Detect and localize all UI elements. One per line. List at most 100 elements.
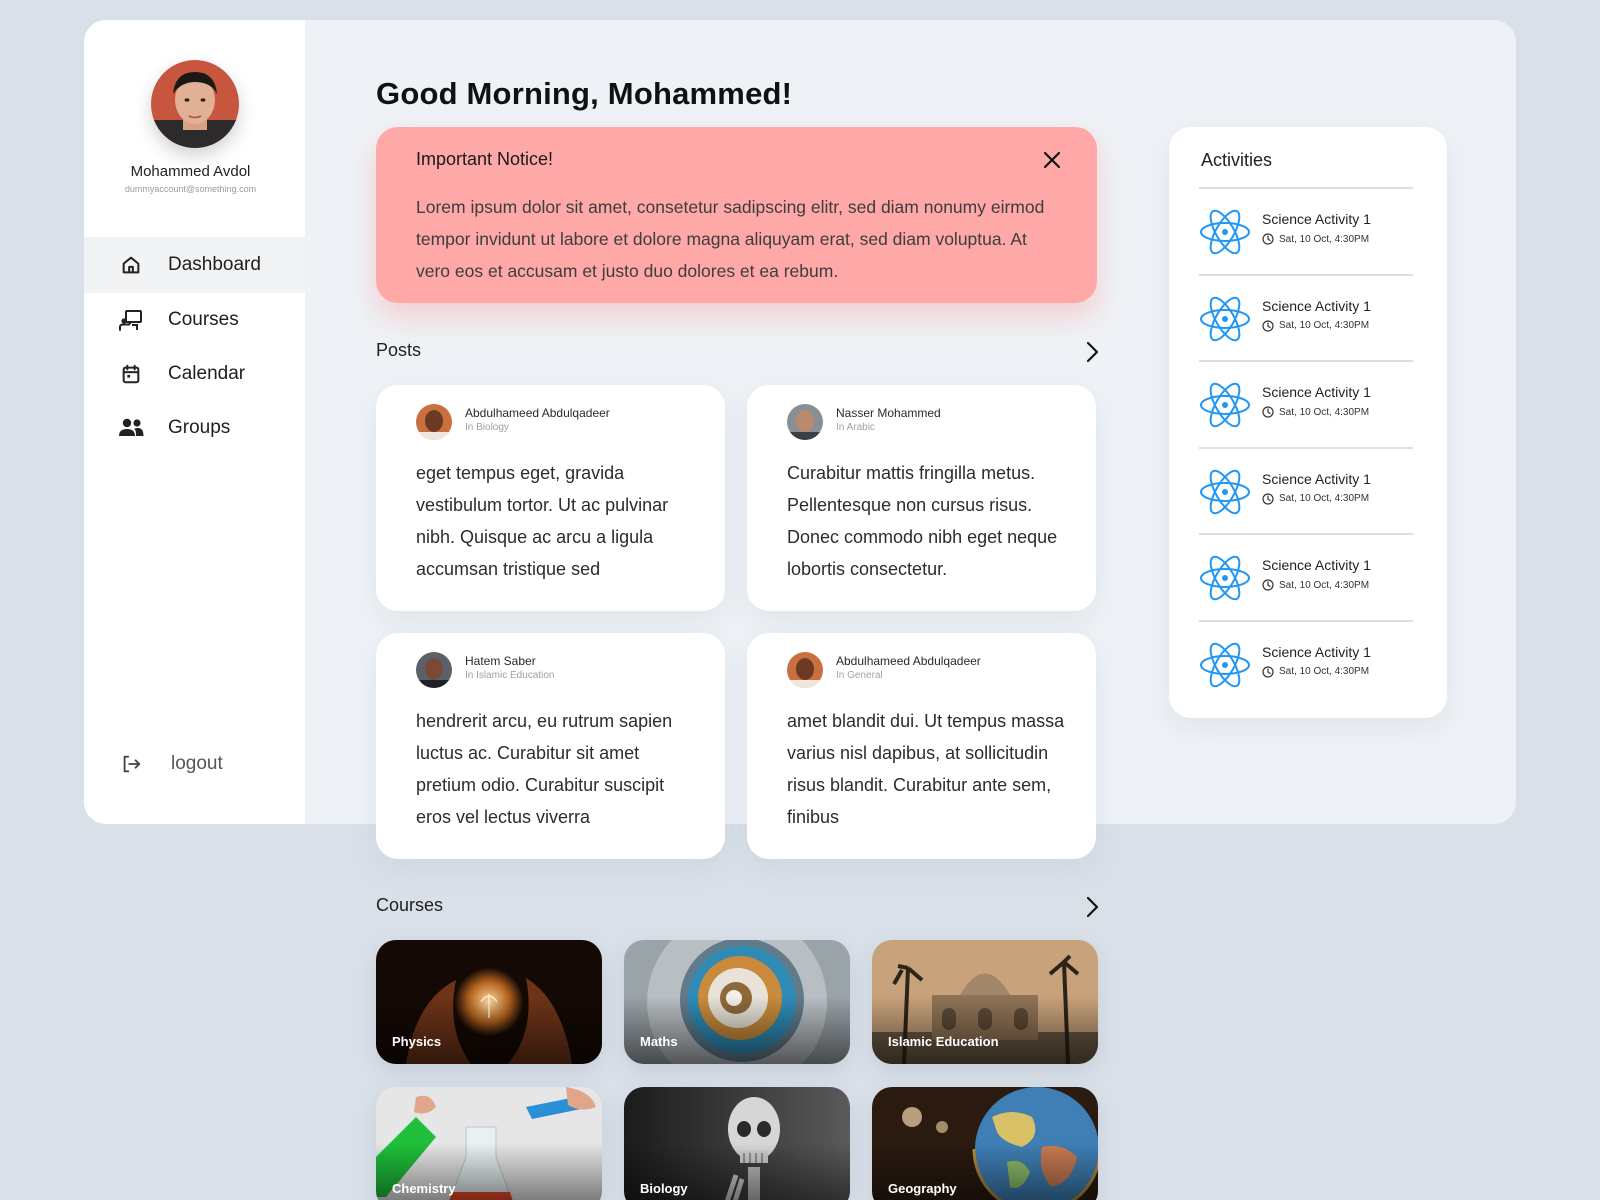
course-tile-chemistry[interactable]: Chemistry [376, 1087, 602, 1200]
course-label: Biology [640, 1181, 688, 1196]
activity-name: Science Activity 1 [1262, 297, 1371, 314]
activity-item[interactable]: Science Activity 1 Sat, 10 Oct, 4:30PM [1199, 373, 1413, 433]
atom-icon [1199, 639, 1251, 691]
post-author: Hatem Saber [465, 654, 536, 668]
activity-time: Sat, 10 Oct, 4:30PM [1262, 233, 1369, 245]
activity-name: Science Activity 1 [1262, 557, 1371, 573]
course-label: Islamic Education [888, 1034, 999, 1049]
nav-calendar[interactable]: Calendar [84, 346, 305, 402]
post-body: eget tempus eget, gravida vestibulum tor… [416, 463, 669, 579]
activity-time-text: Sat, 10 Oct, 4:30PM [1279, 233, 1370, 245]
close-icon[interactable] [1041, 149, 1063, 171]
activity-divider [1199, 187, 1413, 189]
course-tile-physics[interactable]: Physics [376, 940, 602, 1064]
post-card[interactable]: Abdulhameed Abdulqadeer In General amet … [747, 633, 1096, 859]
activity-item[interactable]: Science Activity 1 Sat, 10 Oct, 4:30PM [1199, 200, 1413, 260]
activity-time-text: Sat, 10 Oct, 4:30PM [1279, 320, 1370, 331]
activity-divider [1199, 360, 1413, 362]
course-label: Geography [888, 1181, 957, 1196]
activity-item[interactable]: Science Activity 1 Sat, 10 Oct, 4:30PM [1199, 633, 1413, 693]
atom-icon [1199, 466, 1251, 518]
nav-label: Groups [168, 417, 231, 438]
courses-title: Courses [376, 895, 444, 915]
nav-label: Courses [168, 309, 239, 330]
activity-item[interactable]: Science Activity 1 Sat, 10 Oct, 4:30PM [1199, 287, 1413, 347]
nav-label: Dashboard [168, 254, 261, 275]
author-avatar [416, 652, 452, 688]
activity-name: Science Activity 1 [1262, 384, 1371, 400]
activity-divider [1199, 619, 1413, 622]
author-avatar [787, 404, 823, 440]
course-tile-biology[interactable]: Biology [624, 1087, 850, 1200]
profile-email: dummyaccount@something.com [124, 184, 257, 194]
activity-name: Science Activity 1 [1262, 470, 1371, 487]
post-author: Abdulhameed Abdulqadeer [465, 406, 610, 420]
activity-divider [1199, 273, 1413, 276]
profile-avatar[interactable] [151, 60, 239, 148]
course-tile-maths[interactable]: Maths [624, 940, 850, 1064]
post-author: Nasser Mohammed [836, 406, 941, 420]
post-author: Abdulhameed Abdulqadeer [836, 654, 981, 668]
chevron-right-icon [1086, 896, 1099, 918]
activity-time: Sat, 10 Oct, 4:30PM [1262, 492, 1370, 505]
course-label: Physics [392, 1034, 442, 1049]
posts-title: Posts [376, 340, 422, 360]
post-group: In Arabic [836, 422, 875, 433]
courses-more-button[interactable] [1082, 895, 1102, 919]
calendar-icon [118, 361, 144, 387]
logout-label: logout [171, 753, 223, 774]
activity-name: Science Activity 1 [1262, 643, 1371, 660]
activity-time: Sat, 10 Oct, 4:30PM [1262, 579, 1369, 591]
profile-name: Mohammed Avdol [130, 163, 251, 180]
author-avatar [787, 652, 823, 688]
clock-icon [1262, 665, 1279, 678]
activity-divider [1199, 446, 1413, 449]
post-body: hendrerit arcu, eu rutrum sapien luctus … [416, 711, 673, 827]
post-card[interactable]: Hatem Saber In Islamic Education hendrer… [376, 633, 725, 859]
post-body: Curabitur mattis fringilla metus. Pellen… [787, 463, 1058, 579]
clock-icon [1262, 406, 1279, 418]
post-group: In General [836, 670, 883, 681]
activity-time-text: Sat, 10 Oct, 4:30PM [1279, 406, 1370, 418]
activity-name: Science Activity 1 [1262, 211, 1371, 227]
nav-groups[interactable]: Groups [84, 400, 305, 456]
post-group: In Biology [465, 422, 509, 433]
post-body: amet blandit dui. Ut tempus massa varius… [787, 711, 1065, 827]
chevron-right-icon [1086, 341, 1099, 363]
sidebar: Mohammed Avdol dummyaccount@something.co… [84, 20, 305, 824]
activity-item[interactable]: Science Activity 1 Sat, 10 Oct, 4:30PM [1199, 546, 1413, 606]
nav-label: Calendar [168, 363, 246, 384]
posts-more-button[interactable] [1082, 340, 1102, 364]
activity-item[interactable]: Science Activity 1 Sat, 10 Oct, 4:30PM [1199, 460, 1413, 520]
activities-panel: Activities Science Activity 1 Sat, 10 Oc… [1169, 127, 1447, 718]
clock-icon [1262, 233, 1279, 245]
activity-time-text: Sat, 10 Oct, 4:30PM [1279, 493, 1370, 504]
course-tile-geography[interactable]: Geography [872, 1087, 1098, 1200]
author-avatar [416, 404, 452, 440]
course-label: Maths [640, 1034, 678, 1049]
atom-icon [1199, 379, 1251, 431]
activity-time: Sat, 10 Oct, 4:30PM [1262, 406, 1369, 418]
course-label: Chemistry [392, 1181, 456, 1196]
activity-time: Sat, 10 Oct, 4:30PM [1262, 665, 1369, 678]
classroom-icon [118, 307, 144, 333]
atom-icon [1199, 552, 1251, 604]
nav-courses[interactable]: Courses [84, 292, 305, 348]
post-card[interactable]: Nasser Mohammed In Arabic Curabitur matt… [747, 385, 1096, 611]
logout-icon [118, 751, 144, 777]
important-notice: Important Notice! Lorem ipsum dolor sit … [376, 127, 1097, 303]
post-card[interactable]: Abdulhameed Abdulqadeer In Biology eget … [376, 385, 725, 611]
home-icon [118, 252, 144, 278]
post-group: In Islamic Education [465, 670, 555, 681]
course-tile-islamic-education[interactable]: Islamic Education [872, 940, 1098, 1064]
clock-icon [1262, 579, 1279, 591]
notice-title: Important Notice! [416, 149, 554, 169]
logout-button[interactable]: logout [84, 736, 305, 792]
activity-time: Sat, 10 Oct, 4:30PM [1262, 319, 1370, 332]
greeting-heading: Good Morning, Mohammed! [376, 76, 793, 111]
activity-divider [1199, 533, 1413, 535]
clock-icon [1262, 492, 1279, 505]
nav-dashboard[interactable]: Dashboard [84, 237, 305, 293]
notice-body: Lorem ipsum dolor sit amet, consetetur s… [416, 197, 1045, 281]
groups-icon [118, 415, 144, 441]
